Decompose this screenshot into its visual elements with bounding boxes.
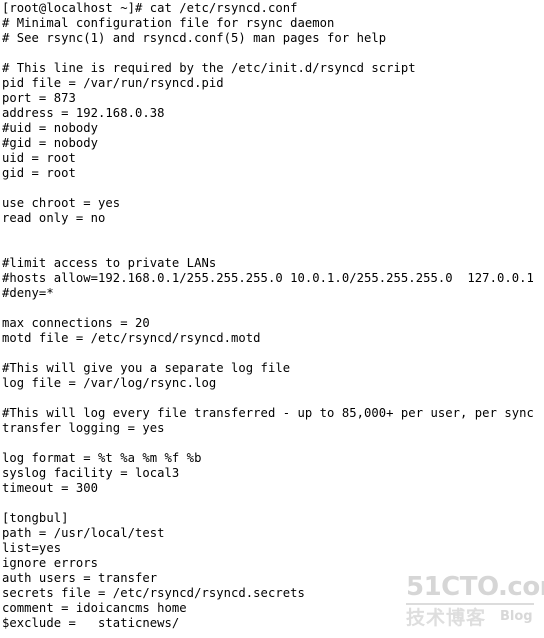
terminal-line: gid = root (2, 166, 76, 180)
terminal-line: # This line is required by the /etc/init… (2, 61, 416, 75)
terminal-line: comment = idoicancms home (2, 601, 187, 615)
terminal-line: read only = no (2, 211, 106, 225)
terminal-line: #deny=* (2, 286, 54, 300)
terminal-line: #hosts allow=192.168.0.1/255.255.255.0 1… (2, 271, 534, 285)
terminal-line: #This will give you a separate log file (2, 361, 291, 375)
terminal-line: [root@localhost ~]# cat /etc/rsyncd.conf (2, 1, 298, 15)
terminal-line: port = 873 (2, 91, 76, 105)
terminal-line: [tongbul] (2, 511, 69, 525)
terminal-line: ignore errors (2, 556, 99, 570)
terminal-line: # See rsync(1) and rsyncd.conf(5) man pa… (2, 31, 387, 45)
terminal-line: address = 192.168.0.38 (2, 106, 165, 120)
terminal-line: list=yes (2, 541, 62, 555)
terminal-line: log format = %t %a %m %f %b (2, 451, 202, 465)
terminal-line: # Minimal configuration file for rsync d… (2, 16, 335, 30)
terminal-line: use chroot = yes (2, 196, 121, 210)
terminal-screenshot: [root@localhost ~]# cat /etc/rsyncd.conf… (0, 0, 544, 638)
terminal-line: pid file = /var/run/rsyncd.pid (2, 76, 224, 90)
terminal-line: uid = root (2, 151, 76, 165)
terminal-line: timeout = 300 (2, 481, 99, 495)
terminal-line: path = /usr/local/test (2, 526, 165, 540)
terminal-line: #gid = nobody (2, 136, 99, 150)
terminal-line: #limit access to private LANs (2, 256, 217, 270)
terminal-line: $exclude = staticnews/ (2, 616, 180, 630)
terminal-output[interactable]: [root@localhost ~]# cat /etc/rsyncd.conf… (2, 1, 544, 631)
terminal-line: auth users = transfer (2, 571, 158, 585)
terminal-line: motd file = /etc/rsyncd/rsyncd.motd (2, 331, 261, 345)
terminal-line: log file = /var/log/rsync.log (2, 376, 217, 390)
terminal-line: secrets file = /etc/rsyncd/rsyncd.secret… (2, 586, 305, 600)
terminal-line: #uid = nobody (2, 121, 99, 135)
terminal-line: syslog facility = local3 (2, 466, 180, 480)
terminal-line: transfer logging = yes (2, 421, 165, 435)
terminal-line: max connections = 20 (2, 316, 150, 330)
terminal-line: #This will log every file transferred - … (2, 406, 534, 420)
